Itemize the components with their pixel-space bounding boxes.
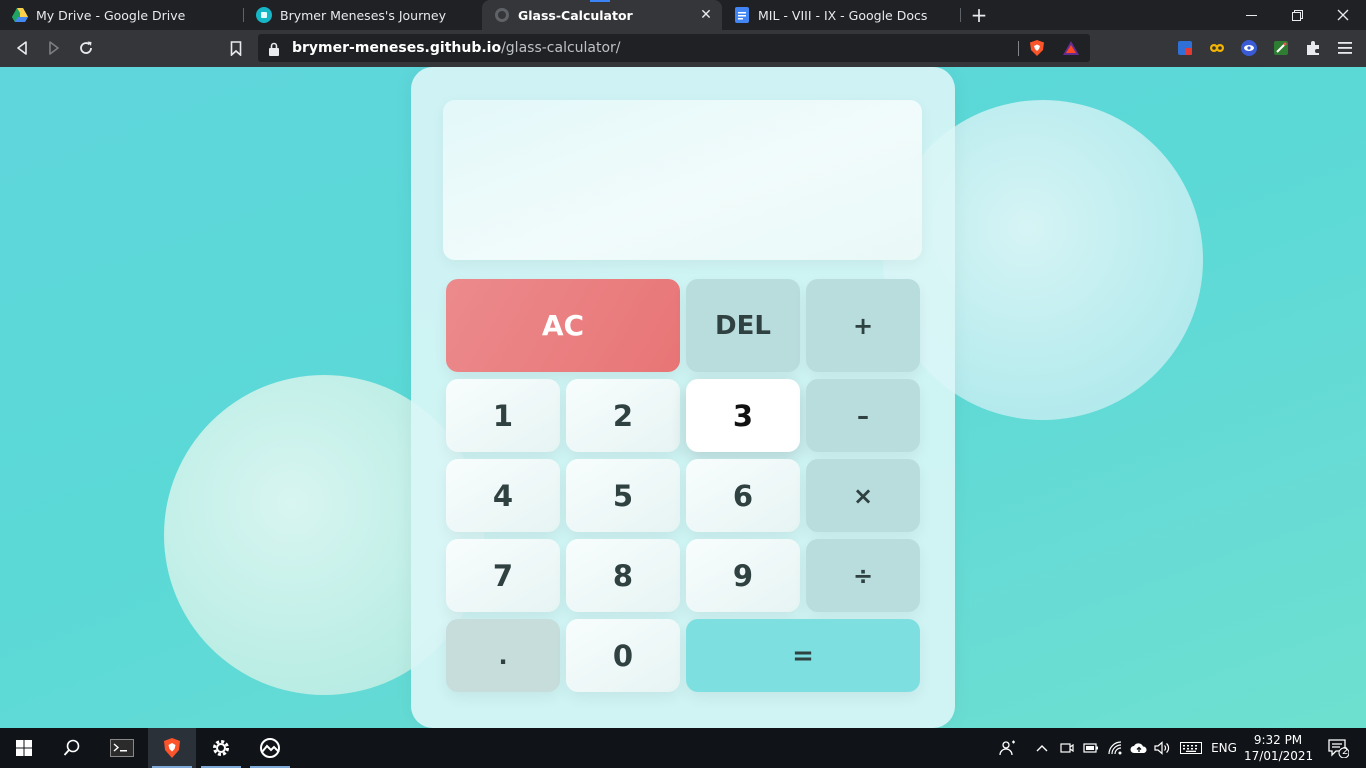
reload-icon (80, 41, 92, 54)
minus-button[interactable]: – (806, 379, 920, 452)
brave-shields-icon[interactable] (1028, 39, 1046, 57)
onedrive-cloud-icon[interactable] (1128, 728, 1150, 768)
windows-taskbar: ENG 9:32 PM 17/01/2021 2 (0, 728, 1366, 768)
all-clear-button[interactable]: AC (446, 279, 680, 372)
minimize-button[interactable] (1228, 0, 1274, 30)
lock-icon[interactable] (268, 41, 280, 60)
tab-title: Brymer Meneses's Journey (280, 7, 447, 23)
tab-strip: My Drive - Google Drive Brymer Meneses's… (0, 0, 1366, 30)
page-viewport: AC DEL + 1 2 3 – 4 5 6 × 7 8 9 ÷ . 0 = (0, 67, 1366, 728)
browser-toolbar: brymer-meneses.github.io/glass-calculato… (0, 30, 1366, 67)
taskbar-brave-browser[interactable] (148, 728, 196, 768)
new-tab-button[interactable]: + (968, 4, 990, 26)
multiply-button[interactable]: × (806, 459, 920, 532)
people-icon[interactable] (996, 728, 1020, 768)
omnibox-divider (1018, 41, 1019, 56)
battery-icon[interactable] (1080, 728, 1102, 768)
volume-icon[interactable] (1152, 728, 1172, 768)
tab-brymer-journey[interactable]: Brymer Meneses's Journey (244, 0, 480, 30)
tab-title: MIL - VIII - IX - Google Docs (758, 7, 928, 23)
terminal-icon (110, 739, 134, 757)
url-path: /glass-calculator/ (501, 40, 621, 56)
back-icon (17, 41, 27, 55)
plus-button[interactable]: + (806, 279, 920, 372)
divide-button[interactable]: ÷ (806, 539, 920, 612)
forward-button[interactable] (42, 36, 66, 60)
brave-icon (164, 738, 180, 758)
decimal-point-button[interactable]: . (446, 619, 560, 692)
digit-3-button[interactable]: 3 (686, 379, 800, 452)
tab-title: Glass-Calculator (518, 7, 633, 23)
globe-icon (494, 7, 510, 23)
google-docs-icon (734, 7, 750, 23)
clock[interactable]: 9:32 PM 17/01/2021 (1244, 732, 1314, 764)
forward-icon (49, 41, 59, 55)
url-host: brymer-meneses.github.io (292, 40, 502, 56)
digit-0-button[interactable]: 0 (566, 619, 680, 692)
tab-google-drive[interactable]: My Drive - Google Drive (0, 0, 240, 30)
show-hidden-icons-chevron-up-icon[interactable] (1032, 728, 1052, 768)
minimize-icon (1245, 14, 1257, 16)
delete-button[interactable]: DEL (686, 279, 800, 372)
digit-6-button[interactable]: 6 (686, 459, 800, 532)
calculator-display (443, 100, 922, 260)
owl-ext-icon[interactable] (1208, 39, 1226, 57)
calculator: AC DEL + 1 2 3 – 4 5 6 × 7 8 9 ÷ . 0 = (411, 67, 955, 728)
close-icon (1337, 9, 1349, 21)
reload-button[interactable] (74, 36, 98, 60)
google-drive-icon (12, 7, 28, 23)
back-button[interactable] (10, 36, 34, 60)
restore-icon (1291, 9, 1303, 21)
taskbar-photos[interactable] (246, 728, 294, 768)
equals-button[interactable]: = (686, 619, 920, 692)
keyboard-icon[interactable] (1178, 728, 1204, 768)
notification-count: 2 (1342, 746, 1349, 757)
taskbar-terminal[interactable] (98, 728, 146, 768)
bookmark-icon (230, 40, 242, 56)
tab-close-icon[interactable]: ✕ (698, 7, 714, 23)
taskbar-settings[interactable] (197, 728, 245, 768)
start-button[interactable] (0, 728, 48, 768)
eye-ext-icon[interactable] (1240, 39, 1258, 57)
digit-1-button[interactable]: 1 (446, 379, 560, 452)
digit-2-button[interactable]: 2 (566, 379, 680, 452)
wifi-icon[interactable] (1106, 728, 1126, 768)
input-language[interactable]: ENG (1206, 728, 1242, 768)
digit-5-button[interactable]: 5 (566, 459, 680, 532)
clock-date: 17/01/2021 (1244, 749, 1314, 763)
camera-tray-icon[interactable] (1058, 728, 1076, 768)
url-text[interactable]: brymer-meneses.github.io/glass-calculato… (292, 40, 621, 56)
site-icon (256, 7, 272, 23)
puzzle-icon[interactable] (1304, 39, 1322, 57)
menu-icon[interactable] (1336, 39, 1354, 57)
windows-icon (16, 740, 32, 756)
tab-glass-calculator[interactable]: Glass-Calculator ✕ (482, 0, 722, 30)
tab-google-docs[interactable]: MIL - VIII - IX - Google Docs (722, 0, 958, 30)
notifications-button[interactable]: 2 (1318, 728, 1358, 768)
clock-time: 9:32 PM (1253, 733, 1303, 747)
restore-button[interactable] (1274, 0, 1320, 30)
pen-ext-icon[interactable] (1272, 39, 1290, 57)
shield-ext-icon[interactable] (1176, 39, 1194, 57)
photos-icon (260, 738, 280, 758)
digit-4-button[interactable]: 4 (446, 459, 560, 532)
gear-icon (213, 740, 229, 756)
search-icon (63, 739, 80, 756)
brave-rewards-icon[interactable] (1062, 39, 1080, 57)
tab-title: My Drive - Google Drive (36, 7, 186, 23)
address-bar[interactable]: brymer-meneses.github.io/glass-calculato… (258, 34, 1090, 62)
digit-8-button[interactable]: 8 (566, 539, 680, 612)
bookmark-button[interactable] (224, 36, 248, 60)
digit-7-button[interactable]: 7 (446, 539, 560, 612)
search-button[interactable] (48, 728, 96, 768)
digit-9-button[interactable]: 9 (686, 539, 800, 612)
tab-separator (960, 8, 961, 22)
close-window-button[interactable] (1320, 0, 1366, 30)
